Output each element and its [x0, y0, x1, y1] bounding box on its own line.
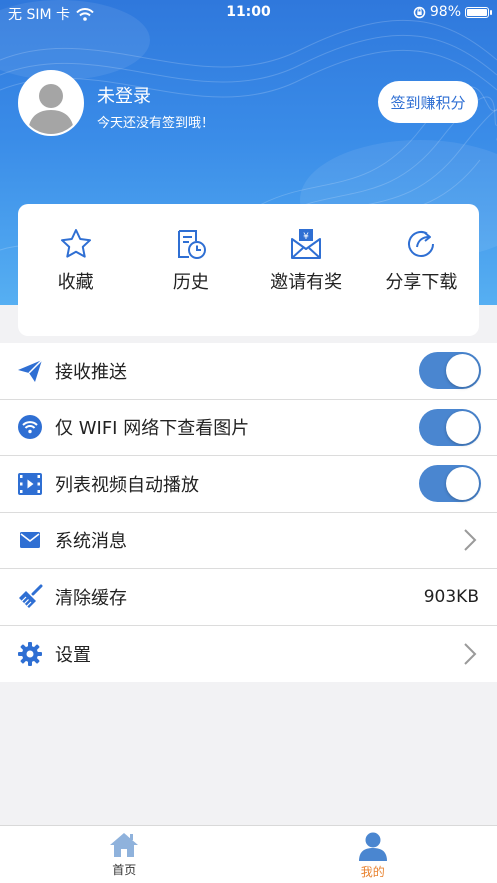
chevron-right-icon	[464, 529, 477, 551]
quick-action-label: 邀请有奖	[270, 272, 343, 293]
share-icon	[403, 226, 439, 262]
settings-row-autoplay: 列表视频自动播放	[0, 456, 497, 513]
battery-icon	[465, 6, 492, 18]
paper-plane-icon	[16, 357, 44, 385]
status-bar: 无 SIM 卡 11:00 98%	[0, 0, 497, 26]
settings-row-settings[interactable]: 设置	[0, 626, 497, 683]
quick-action-favorites[interactable]: 收藏	[18, 204, 133, 336]
invite-reward-icon: ¥	[288, 226, 324, 262]
quick-action-label: 历史	[172, 272, 209, 293]
settings-list: 接收推送 仅 WIFI 网络下查看图片 列表视频自动播放 系统消息 清除缓存 9…	[0, 343, 497, 682]
settings-row-label: 仅 WIFI 网络下查看图片	[55, 418, 250, 440]
settings-row-wifi-images: 仅 WIFI 网络下查看图片	[0, 400, 497, 456]
history-icon	[173, 226, 209, 262]
svg-text:¥: ¥	[303, 232, 309, 242]
orientation-lock-icon	[413, 6, 426, 18]
quick-actions-card: 收藏 历史 ¥ 邀请有奖 分享下载	[18, 204, 479, 336]
settings-row-label: 清除缓存	[55, 587, 127, 609]
wifi-images-toggle[interactable]	[419, 408, 481, 446]
settings-row-label: 设置	[55, 644, 91, 666]
tab-mine[interactable]: 我的	[249, 826, 497, 883]
avatar[interactable]	[18, 70, 84, 136]
quick-action-label: 分享下载	[385, 272, 458, 293]
quick-action-invite[interactable]: ¥ 邀请有奖	[249, 204, 364, 336]
settings-row-label: 接收推送	[55, 361, 127, 383]
signin-earn-points-button[interactable]: 签到赚积分	[378, 81, 478, 123]
tab-home-label: 首页	[112, 863, 137, 877]
battery-status: 98%	[413, 4, 492, 20]
cache-size-value: 903KB	[423, 586, 479, 607]
battery-percent: 98%	[429, 4, 461, 20]
settings-row-push: 接收推送	[0, 343, 497, 400]
quick-action-share[interactable]: 分享下载	[364, 204, 479, 336]
autoplay-toggle[interactable]	[419, 465, 481, 503]
default-avatar-icon	[20, 72, 82, 134]
settings-row-system-messages[interactable]: 系统消息	[0, 513, 497, 569]
home-icon	[110, 833, 139, 857]
tab-mine-label: 我的	[360, 865, 385, 879]
tab-home[interactable]: 首页	[0, 826, 249, 883]
settings-row-clear-cache[interactable]: 清除缓存 903KB	[0, 569, 497, 626]
chevron-right-icon	[464, 643, 477, 665]
quick-action-label: 收藏	[57, 272, 94, 293]
login-status-name[interactable]: 未登录	[97, 82, 151, 108]
settings-row-label: 系统消息	[55, 531, 127, 553]
user-icon	[358, 832, 387, 861]
quick-action-history[interactable]: 历史	[133, 204, 248, 336]
settings-row-label: 列表视频自动播放	[55, 474, 199, 496]
wifi-icon	[16, 413, 44, 441]
envelope-icon	[16, 526, 44, 554]
push-toggle[interactable]	[419, 352, 481, 390]
broom-icon	[16, 583, 44, 611]
video-film-icon	[16, 470, 44, 498]
star-icon	[58, 226, 94, 262]
bottom-tab-bar: 首页 我的	[0, 825, 497, 883]
gear-icon	[16, 640, 44, 668]
signin-hint: 今天还没有签到哦！	[97, 116, 215, 131]
